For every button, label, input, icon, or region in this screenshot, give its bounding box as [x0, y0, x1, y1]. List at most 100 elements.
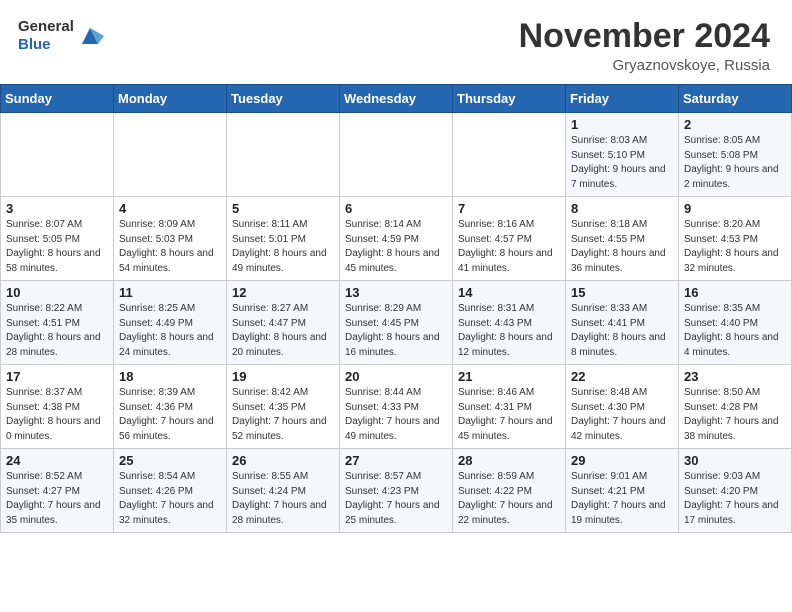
day-number: 1 — [571, 117, 673, 132]
day-info: Sunrise: 8:20 AM Sunset: 4:53 PM Dayligh… — [684, 218, 786, 276]
day-info: Sunrise: 8:03 AM Sunset: 5:10 PM Dayligh… — [571, 134, 673, 192]
day-number: 8 — [571, 201, 673, 216]
day-cell: 22 Sunrise: 8:48 AM Sunset: 4:30 PM Dayli… — [566, 365, 679, 449]
day-number: 5 — [232, 201, 334, 216]
day-info: Sunrise: 8:44 AM Sunset: 4:33 PM Dayligh… — [345, 386, 447, 444]
day-info: Sunrise: 8:42 AM Sunset: 4:35 PM Dayligh… — [232, 386, 334, 444]
day-info: Sunrise: 8:50 AM Sunset: 4:28 PM Dayligh… — [684, 386, 786, 444]
day-cell: 10Sunrise: 8:22 AM Sunset: 4:51 PM Dayli… — [1, 281, 114, 365]
location: Gryaznovskoye, Russia — [519, 57, 770, 74]
day-number: 22 — [571, 369, 673, 384]
day-info: Sunrise: 8:46 AM Sunset: 4:31 PM Dayligh… — [458, 386, 560, 444]
weekday-header-monday: Monday — [114, 85, 227, 113]
weekday-header-friday: Friday — [566, 85, 679, 113]
day-number: 27 — [345, 453, 447, 468]
day-info: Sunrise: 8:07 AM Sunset: 5:05 PM Dayligh… — [6, 218, 108, 276]
week-row-2: 10Sunrise: 8:22 AM Sunset: 4:51 PM Dayli… — [1, 281, 792, 365]
calendar: SundayMondayTuesdayWednesdayThursdayFrid… — [0, 84, 792, 533]
day-cell: 3 Sunrise: 8:07 AM Sunset: 5:05 PM Daylig… — [1, 197, 114, 281]
day-number: 13 — [345, 285, 447, 300]
day-number: 16 — [684, 285, 786, 300]
day-number: 15 — [571, 285, 673, 300]
day-info: Sunrise: 8:54 AM Sunset: 4:26 PM Dayligh… — [119, 470, 221, 528]
logo-general: General — [18, 18, 74, 35]
weekday-row: SundayMondayTuesdayWednesdayThursdayFrid… — [1, 85, 792, 113]
day-cell — [114, 113, 227, 197]
week-row-3: 17Sunrise: 8:37 AM Sunset: 4:38 PM Dayli… — [1, 365, 792, 449]
day-number: 7 — [458, 201, 560, 216]
day-cell: 28Sunrise: 8:59 AM Sunset: 4:22 PM Dayli… — [453, 449, 566, 533]
day-cell: 4 Sunrise: 8:09 AM Sunset: 5:03 PM Daylig… — [114, 197, 227, 281]
day-cell: 1 Sunrise: 8:03 AM Sunset: 5:10 PM Daylig… — [566, 113, 679, 197]
day-number: 20 — [345, 369, 447, 384]
day-cell: 9Sunrise: 8:20 AM Sunset: 4:53 PM Daylig… — [679, 197, 792, 281]
day-cell — [1, 113, 114, 197]
day-number: 3 — [6, 201, 108, 216]
page: General Blue November 2024 Gryaznovskoye… — [0, 0, 792, 612]
day-cell: 30 Sunrise: 9:03 AM Sunset: 4:20 PM Dayli… — [679, 449, 792, 533]
day-cell: 2 Sunrise: 8:05 AM Sunset: 5:08 PM Daylig… — [679, 113, 792, 197]
weekday-header-sunday: Sunday — [1, 85, 114, 113]
header: General Blue November 2024 Gryaznovskoye… — [0, 0, 792, 82]
month-title: November 2024 — [519, 18, 770, 55]
calendar-header: SundayMondayTuesdayWednesdayThursdayFrid… — [1, 85, 792, 113]
day-info: Sunrise: 9:03 AM Sunset: 4:20 PM Dayligh… — [684, 470, 786, 528]
day-cell: 6Sunrise: 8:14 AM Sunset: 4:59 PM Daylig… — [340, 197, 453, 281]
day-cell: 14 Sunrise: 8:31 AM Sunset: 4:43 PM Dayli… — [453, 281, 566, 365]
day-cell: 13 Sunrise: 8:29 AM Sunset: 4:45 PM Dayli… — [340, 281, 453, 365]
logo-icon — [76, 22, 104, 50]
day-cell: 12 Sunrise: 8:27 AM Sunset: 4:47 PM Dayli… — [227, 281, 340, 365]
day-info: Sunrise: 8:09 AM Sunset: 5:03 PM Dayligh… — [119, 218, 221, 276]
day-cell: 24 Sunrise: 8:52 AM Sunset: 4:27 PM Dayli… — [1, 449, 114, 533]
day-info: Sunrise: 8:55 AM Sunset: 4:24 PM Dayligh… — [232, 470, 334, 528]
day-cell: 16 Sunrise: 8:35 AM Sunset: 4:40 PM Dayli… — [679, 281, 792, 365]
day-number: 12 — [232, 285, 334, 300]
day-cell: 26 Sunrise: 8:55 AM Sunset: 4:24 PM Dayli… — [227, 449, 340, 533]
day-cell: 7 Sunrise: 8:16 AM Sunset: 4:57 PM Daylig… — [453, 197, 566, 281]
day-cell — [227, 113, 340, 197]
day-number: 19 — [232, 369, 334, 384]
weekday-header-tuesday: Tuesday — [227, 85, 340, 113]
day-info: Sunrise: 8:57 AM Sunset: 4:23 PM Dayligh… — [345, 470, 447, 528]
day-cell: 15Sunrise: 8:33 AM Sunset: 4:41 PM Dayli… — [566, 281, 679, 365]
day-number: 25 — [119, 453, 221, 468]
day-info: Sunrise: 8:16 AM Sunset: 4:57 PM Dayligh… — [458, 218, 560, 276]
day-info: Sunrise: 8:11 AM Sunset: 5:01 PM Dayligh… — [232, 218, 334, 276]
day-cell: 29Sunrise: 9:01 AM Sunset: 4:21 PM Dayli… — [566, 449, 679, 533]
day-info: Sunrise: 8:35 AM Sunset: 4:40 PM Dayligh… — [684, 302, 786, 360]
day-info: Sunrise: 8:14 AM Sunset: 4:59 PM Dayligh… — [345, 218, 447, 276]
day-cell: 19 Sunrise: 8:42 AM Sunset: 4:35 PM Dayli… — [227, 365, 340, 449]
day-cell — [340, 113, 453, 197]
day-cell: 8Sunrise: 8:18 AM Sunset: 4:55 PM Daylig… — [566, 197, 679, 281]
day-cell: 17Sunrise: 8:37 AM Sunset: 4:38 PM Dayli… — [1, 365, 114, 449]
day-cell — [453, 113, 566, 197]
day-info: Sunrise: 8:59 AM Sunset: 4:22 PM Dayligh… — [458, 470, 560, 528]
day-info: Sunrise: 8:52 AM Sunset: 4:27 PM Dayligh… — [6, 470, 108, 528]
day-number: 23 — [684, 369, 786, 384]
day-info: Sunrise: 8:05 AM Sunset: 5:08 PM Dayligh… — [684, 134, 786, 192]
day-info: Sunrise: 8:29 AM Sunset: 4:45 PM Dayligh… — [345, 302, 447, 360]
day-cell: 5 Sunrise: 8:11 AM Sunset: 5:01 PM Daylig… — [227, 197, 340, 281]
day-info: Sunrise: 8:39 AM Sunset: 4:36 PM Dayligh… — [119, 386, 221, 444]
weekday-header-thursday: Thursday — [453, 85, 566, 113]
week-row-4: 24 Sunrise: 8:52 AM Sunset: 4:27 PM Dayli… — [1, 449, 792, 533]
calendar-body: 1 Sunrise: 8:03 AM Sunset: 5:10 PM Daylig… — [1, 113, 792, 533]
day-info: Sunrise: 8:48 AM Sunset: 4:30 PM Dayligh… — [571, 386, 673, 444]
day-cell: 21Sunrise: 8:46 AM Sunset: 4:31 PM Dayli… — [453, 365, 566, 449]
day-number: 30 — [684, 453, 786, 468]
day-number: 14 — [458, 285, 560, 300]
day-number: 4 — [119, 201, 221, 216]
day-number: 2 — [684, 117, 786, 132]
day-cell: 11Sunrise: 8:25 AM Sunset: 4:49 PM Dayli… — [114, 281, 227, 365]
day-info: Sunrise: 8:27 AM Sunset: 4:47 PM Dayligh… — [232, 302, 334, 360]
day-info: Sunrise: 8:22 AM Sunset: 4:51 PM Dayligh… — [6, 302, 108, 360]
logo-blue: Blue — [18, 36, 51, 53]
day-cell: 23 Sunrise: 8:50 AM Sunset: 4:28 PM Dayli… — [679, 365, 792, 449]
day-cell: 27 Sunrise: 8:57 AM Sunset: 4:23 PM Dayli… — [340, 449, 453, 533]
day-number: 24 — [6, 453, 108, 468]
day-info: Sunrise: 8:31 AM Sunset: 4:43 PM Dayligh… — [458, 302, 560, 360]
week-row-0: 1 Sunrise: 8:03 AM Sunset: 5:10 PM Daylig… — [1, 113, 792, 197]
day-number: 29 — [571, 453, 673, 468]
day-cell: 20 Sunrise: 8:44 AM Sunset: 4:33 PM Dayli… — [340, 365, 453, 449]
day-number: 26 — [232, 453, 334, 468]
